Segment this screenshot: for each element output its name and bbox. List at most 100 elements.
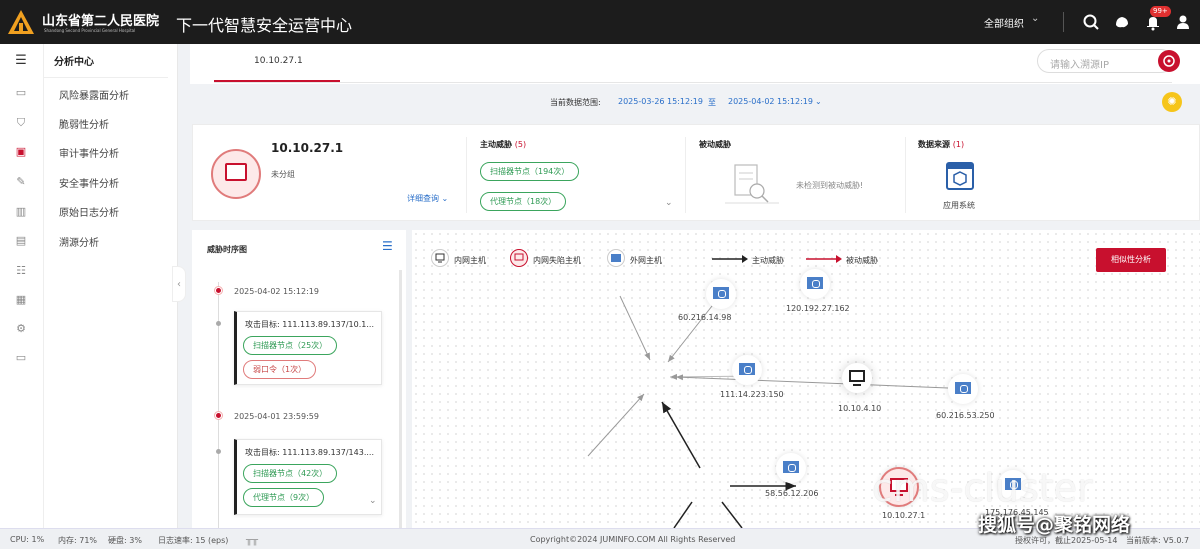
node-label: 60.216.14.98 (678, 313, 732, 322)
event-target: 攻击目标: 111.113.89.137/143.... (245, 448, 374, 457)
factory-icon[interactable]: ⚙ (14, 322, 28, 336)
shield-icon[interactable]: ⛉ (14, 116, 28, 130)
sidebar-item-audit[interactable]: 审计事件分析 (59, 145, 119, 160)
threat-timeline: 威胁时序图 ☰ 2025-04-02 15:12:19 攻击目标: 111.11… (192, 230, 406, 528)
nav-rail: ☰ ▭ ⛉ ▣ ✎ ▥ ▤ ☷ ▦ ⚙ ▭ (0, 44, 44, 528)
cpu-usage: CPU: 1% (10, 535, 45, 544)
timeline-title: 威胁时序图 (207, 245, 247, 254)
divider (44, 77, 168, 78)
list-icon[interactable]: ☷ (14, 264, 28, 278)
graph-node[interactable] (706, 279, 736, 309)
passive-threat-title: 被动威胁 (699, 140, 731, 149)
org-select[interactable]: 全部组织 (984, 15, 1024, 30)
range-start[interactable]: 2025-03-26 15:12:19 (618, 97, 703, 106)
active-tag[interactable]: 代理节点（18次） (480, 192, 567, 211)
graph-node[interactable] (776, 453, 806, 483)
top-bar: 山东省第二人民医院 Shandong Second Provincial Gen… (0, 0, 1200, 44)
event-target: 攻击目标: 111.113.89.137/10.1... (245, 320, 374, 329)
event-time: 2025-04-02 15:12:19 (234, 287, 319, 296)
edit-icon[interactable]: ✎ (14, 175, 28, 189)
menu-icon[interactable]: ☰ (14, 54, 28, 68)
sidebar-item-raw-log[interactable]: 原始日志分析 (59, 204, 119, 219)
ip-title: 10.10.27.1 (271, 141, 344, 155)
watermark-source: 搜狐号@聚铭网络 (978, 514, 1131, 536)
divider (466, 137, 467, 213)
node-label: 10.10.4.10 (838, 404, 882, 413)
event-tag[interactable]: 代理节点（9次） (243, 488, 325, 507)
compromised-host-icon (211, 149, 261, 199)
search-placeholder: 请输入溯源IP (1050, 60, 1109, 71)
hospital-name: 山东省第二人民医院 (42, 14, 160, 29)
copyright: Copyright©2024 JUMINFO.COM All Rights Re… (530, 535, 736, 544)
sidebar-item-security-event[interactable]: 安全事件分析 (59, 175, 119, 190)
event-tag[interactable]: 弱口令（1次） (243, 360, 317, 379)
node-label: 10.10.27.1 (882, 511, 926, 520)
intranet-host-node[interactable] (842, 363, 872, 393)
watermark: cms-cluster (872, 466, 1093, 510)
data-source-title: 数据来源 (1) (918, 140, 965, 149)
sidebar-item-traceback[interactable]: 溯源分析 (59, 234, 99, 249)
main-content: 10.10.27.1 请输入溯源IP 当前数据范围: 2025-03-26 15… (190, 44, 1200, 528)
event-tag[interactable]: 扫描器节点（42次） (243, 464, 338, 483)
version-info: 当前版本: V5.0.7 (1126, 536, 1190, 545)
timeline-dot (215, 412, 222, 419)
node-label: 60.216.53.250 (936, 411, 995, 420)
search-icon[interactable] (1082, 13, 1100, 31)
clipboard-icon[interactable]: ▤ (14, 234, 28, 248)
event-card[interactable]: 攻击目标: 111.113.89.137/10.1... 扫描器节点（25次） … (234, 311, 382, 385)
graph-node[interactable] (732, 355, 762, 385)
sidebar: 分析中心 风险暴露面分析 脆弱性分析 审计事件分析 安全事件分析 原始日志分析 … (44, 44, 178, 528)
summary-card: 10.10.27.1 未分组 详细查询 ⌄ 主动威胁 (5) 扫描器节点（194… (192, 124, 1200, 221)
user-icon[interactable] (1174, 13, 1192, 31)
sidebar-collapse-button[interactable]: ‹ (172, 266, 186, 302)
sidebar-item-vulnerability[interactable]: 脆弱性分析 (59, 116, 109, 131)
tab-ip[interactable]: 10.10.27.1 (254, 56, 303, 66)
timeline-dot (216, 321, 221, 326)
divider (685, 137, 686, 213)
event-card[interactable]: 攻击目标: 111.113.89.137/143.... 扫描器节点（42次） … (234, 439, 382, 515)
range-separator: 至 (708, 98, 716, 107)
chevron-down-icon[interactable]: ⌄ (815, 97, 822, 106)
event-time: 2025-04-01 23:59:59 (234, 412, 319, 421)
skin-icon[interactable] (1113, 13, 1131, 31)
range-end[interactable]: 2025-04-02 15:12:19 (728, 97, 813, 106)
hospital-logo-icon (8, 10, 34, 34)
app-title: 下一代智慧安全运营中心 (176, 16, 353, 35)
notification-badge: 99+ (1150, 6, 1171, 17)
node-label: 111.14.223.150 (720, 390, 784, 399)
detail-link[interactable]: 详细查询 ⌄ (407, 193, 448, 204)
analysis-icon[interactable]: ▣ (14, 145, 28, 159)
chevron-down-icon[interactable]: ⌄ (665, 198, 673, 208)
hospital-name-en: Shandong Second Provincial General Hospi… (44, 28, 136, 33)
empty-document-icon (725, 164, 779, 204)
sidebar-item-exposure[interactable]: 风险暴露面分析 (59, 87, 129, 102)
passive-empty-text: 未检测到被动威胁! (796, 181, 864, 190)
active-threat-title: 主动威胁 (5) (480, 140, 527, 149)
event-tag[interactable]: 扫描器节点（25次） (243, 336, 338, 355)
range-label: 当前数据范围: (550, 98, 601, 107)
application-icon[interactable] (946, 162, 974, 190)
graph-node[interactable] (800, 269, 830, 299)
monitor-icon[interactable]: ▭ (14, 86, 28, 100)
sidebar-title: 分析中心 (54, 57, 94, 68)
sort-icon[interactable]: ☰ (382, 239, 393, 253)
chevron-down-icon[interactable]: ⌄ (369, 496, 377, 506)
target-icon (1163, 55, 1175, 67)
scrollbar[interactable] (399, 270, 402, 528)
screen-icon[interactable]: ▭ (14, 351, 28, 365)
search-button[interactable] (1158, 50, 1180, 72)
divider (214, 82, 1172, 83)
disk-usage: 硬盘: 3% (108, 536, 142, 545)
search-input[interactable]: 请输入溯源IP (1037, 49, 1173, 73)
report-icon[interactable]: ▦ (14, 293, 28, 307)
log-rate: 日志速率: 15 (eps) (158, 536, 229, 545)
lightbulb-icon[interactable]: ✺ (1162, 92, 1182, 112)
books-icon[interactable]: ▥ (14, 205, 28, 219)
node-label: 120.192.27.162 (786, 304, 850, 313)
graph-node[interactable] (948, 374, 978, 404)
active-tag[interactable]: 扫描器节点（194次） (480, 162, 580, 181)
chevron-down-icon[interactable]: ⌄ (1031, 13, 1039, 24)
divider (1063, 12, 1064, 32)
application-label: 应用系统 (943, 201, 975, 210)
chart-icon: ╥╥ (246, 535, 259, 546)
